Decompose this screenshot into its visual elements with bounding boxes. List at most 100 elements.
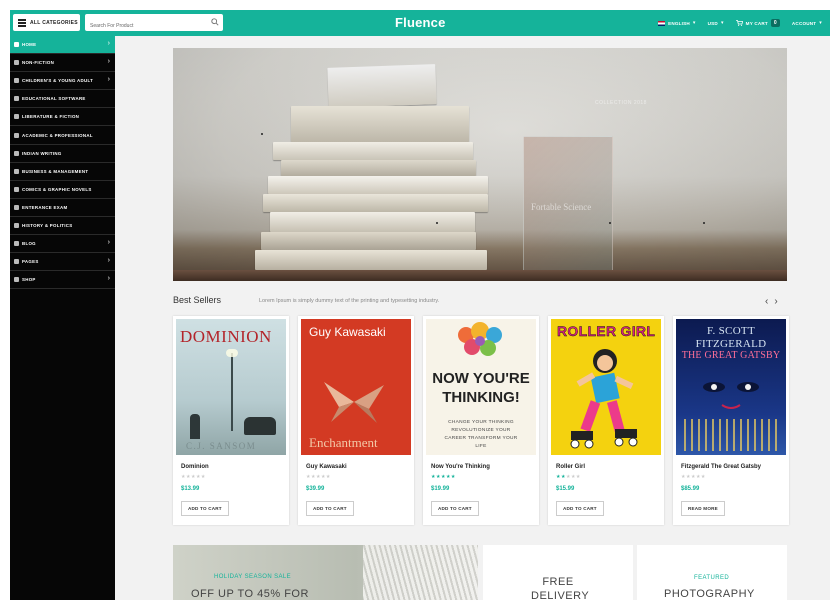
sidebar-item-literature[interactable]: LIBERATURE & FICTION xyxy=(10,108,115,127)
star-rating: ★★★★★ xyxy=(431,474,456,480)
lamp-post xyxy=(231,353,233,431)
book-stack-item xyxy=(273,142,473,160)
product-list: DOMINION C.J. SANSOM Dominion ★★★★★ $13.… xyxy=(173,316,789,525)
product-card[interactable]: NOW YOU'RE THINKING! CHANGE YOUR THINKIN… xyxy=(423,316,539,525)
product-price: $15.99 xyxy=(556,486,575,492)
product-price: $19.99 xyxy=(431,486,450,492)
sidebar-item-comics[interactable]: COMICS & GRAPHIC NOVELS xyxy=(10,181,115,199)
promo-title: OFF UP TO 45% FOR xyxy=(191,588,309,600)
hero-collection-text: COLLECTION 2018 xyxy=(595,100,647,106)
language-label: ENGLISH xyxy=(668,20,690,26)
cover-subtitle: Enchantment xyxy=(309,435,378,450)
sidebar-item-indian-writing[interactable]: INDIAN WRITING xyxy=(10,145,115,163)
account-menu[interactable]: ACCOUNT ▾ xyxy=(792,20,822,26)
comic-icon xyxy=(14,186,19,192)
search-icon[interactable] xyxy=(211,18,219,26)
chevron-right-icon: › xyxy=(107,58,110,66)
book-stack-item xyxy=(327,64,437,108)
currency-selector[interactable]: USD ▾ xyxy=(708,20,724,26)
book-cover-image[interactable]: Guy Kawasaki Enchantment xyxy=(301,319,411,455)
star-rating: ★★★★★ xyxy=(306,474,331,480)
add-to-cart-button[interactable]: ADD TO CART xyxy=(306,501,354,516)
book-icon xyxy=(14,60,19,66)
add-to-cart-button[interactable]: ADD TO CART xyxy=(556,501,604,516)
book-stack-item xyxy=(281,160,476,176)
cart-label: MY CART xyxy=(745,20,768,26)
book-stack-item xyxy=(270,212,475,232)
sidebar-item-shop[interactable]: SHOP › xyxy=(10,271,115,290)
sidebar-item-educational-software[interactable]: EDUCATIONAL SOFTWARE xyxy=(10,90,115,109)
carousel-nav: ‹ › xyxy=(765,297,778,307)
sidebar-item-home[interactable]: HOME › xyxy=(10,36,115,55)
language-selector[interactable]: ENGLISH ▾ xyxy=(658,20,696,26)
sidebar-item-label: HOME xyxy=(22,42,37,48)
sidebar-item-business[interactable]: BUSINESS & MANAGEMENT xyxy=(10,163,115,181)
menu-icon xyxy=(18,19,26,27)
featured-photography-banner[interactable]: FEATURED PHOTOGRAPHY xyxy=(637,545,787,600)
book-cover-image[interactable]: NOW YOU'RE THINKING! CHANGE YOUR THINKIN… xyxy=(426,319,536,455)
sidebar-item-non-fiction[interactable]: NON-FICTION › xyxy=(10,54,115,73)
free-delivery-banner[interactable]: FREE DELIVERY xyxy=(483,545,633,600)
building-icon xyxy=(14,222,19,228)
list-icon xyxy=(14,241,19,247)
sidebar-item-history[interactable]: HISTORY & POLITICS xyxy=(10,217,115,236)
all-categories-button[interactable]: ALL CATEGORIES xyxy=(13,14,80,31)
book-cover-image[interactable]: ROLLER GIRL xyxy=(551,319,661,455)
add-to-cart-button[interactable]: ADD TO CART xyxy=(431,501,479,516)
hero-sign-title: Fortable Science xyxy=(531,202,592,212)
product-name[interactable]: Guy Kawasaki xyxy=(306,464,347,470)
sidebar-item-label: INDIAN WRITING xyxy=(22,150,62,156)
face-eyes-illustration xyxy=(703,382,759,409)
cover-title: NOW YOU'RE THINKING! xyxy=(432,370,530,406)
book-cover-image[interactable]: DOMINION C.J. SANSOM xyxy=(176,319,286,455)
sidebar-item-academic[interactable]: ACADEMIC & PROFESSIONAL xyxy=(10,126,115,145)
search-input[interactable] xyxy=(85,17,205,35)
sidebar-item-label: ACADEMIC & PROFESSIONAL xyxy=(22,132,93,138)
product-name[interactable]: Now You're Thinking xyxy=(431,464,490,470)
cover-subtitle: THE GREAT GATSBY xyxy=(681,350,781,361)
sidebar-item-pages[interactable]: PAGES › xyxy=(10,253,115,272)
add-to-cart-button[interactable]: ADD TO CART xyxy=(181,501,229,516)
product-card[interactable]: DOMINION C.J. SANSOM Dominion ★★★★★ $13.… xyxy=(173,316,289,525)
chevron-left-icon[interactable]: ‹ xyxy=(765,297,768,307)
gear-icon xyxy=(14,277,19,283)
product-card[interactable]: F. SCOTT FITZGERALD THE GREAT GATSBY Fit… xyxy=(673,316,789,525)
top-bar: ALL CATEGORIES Fluence ENGLISH ▾ USD ▾ xyxy=(10,10,830,36)
roller-girl-illustration xyxy=(570,349,638,449)
product-name[interactable]: Dominion xyxy=(181,464,209,470)
book-cover-image[interactable]: F. SCOTT FITZGERALD THE GREAT GATSBY xyxy=(676,319,786,455)
holiday-sale-banner[interactable]: HOLIDAY SEASON SALE OFF UP TO 45% FOR xyxy=(173,545,478,600)
product-price: $13.99 xyxy=(181,486,200,492)
star-rating: ★★★★★ xyxy=(681,474,706,480)
cart-icon xyxy=(735,20,743,26)
chevron-right-icon: › xyxy=(107,257,110,265)
read-more-button[interactable]: READ MORE xyxy=(681,501,725,516)
sidebar-item-childrens[interactable]: CHILDREN'S & YOUNG ADULT › xyxy=(10,72,115,91)
sidebar-item-entrance-exam[interactable]: ENTERANCE EXAM xyxy=(10,199,115,217)
cart-button[interactable]: MY CART 0 xyxy=(735,19,780,27)
sidebar-item-label: PAGES xyxy=(22,259,39,265)
hotspot-dot xyxy=(261,133,263,135)
lamp-light xyxy=(226,349,238,357)
best-sellers-title: Best Sellers xyxy=(173,295,222,305)
home-icon xyxy=(14,42,19,48)
chevron-right-icon: › xyxy=(107,275,110,283)
hotspot-dot xyxy=(436,222,438,224)
sidebar-item-label: CHILDREN'S & YOUNG ADULT xyxy=(22,78,94,84)
sidebar-item-label: BUSINESS & MANAGEMENT xyxy=(22,168,89,174)
chevron-right-icon[interactable]: › xyxy=(774,297,777,307)
promo-title: FREE DELIVERY xyxy=(531,576,590,600)
product-name[interactable]: Roller Girl xyxy=(556,464,585,470)
product-card[interactable]: Guy Kawasaki Enchantment Guy Kawasaki ★★… xyxy=(298,316,414,525)
sidebar-item-blog[interactable]: BLOG › xyxy=(10,235,115,254)
hotspot-dot xyxy=(609,222,611,224)
cover-tagline: CHANGE YOUR THINKING REVOLUTIONIZE YOUR … xyxy=(444,420,518,449)
brand-logo[interactable]: Fluence xyxy=(395,15,446,30)
sidebar-item-label: LIBERATURE & FICTION xyxy=(22,114,80,120)
star-rating: ★★★★★ xyxy=(181,474,206,480)
product-name[interactable]: Fitzgerald The Great Gatsby xyxy=(681,464,761,470)
sidebar-item-label: EDUCATIONAL SOFTWARE xyxy=(22,96,86,102)
product-card[interactable]: ROLLER GIRL Roller Girl ★★★★★ $15.99 ADD… xyxy=(548,316,664,525)
hero-banner[interactable]: COLLECTION 2018 Fortable Science xyxy=(173,48,787,281)
book-stack-item xyxy=(291,106,469,142)
